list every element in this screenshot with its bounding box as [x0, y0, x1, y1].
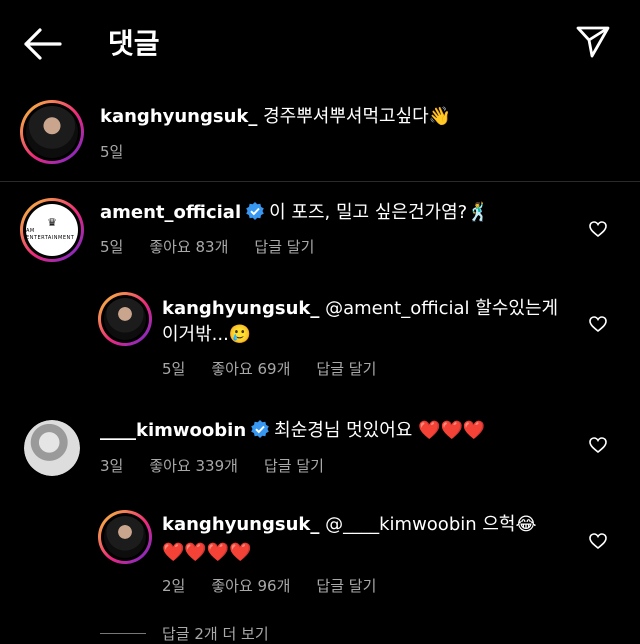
more-replies-line [100, 633, 146, 634]
crown-icon: ♛ [47, 216, 57, 229]
send-icon[interactable] [574, 22, 612, 60]
reply-meta: 5일 좋아요 69개 답글 달기 [162, 358, 402, 379]
caption-text: kanghyungsuk_ 경주뿌셔뿌셔먹고싶다👋 [100, 104, 451, 130]
back-arrow-icon[interactable] [22, 26, 62, 62]
verified-badge-icon [246, 202, 264, 220]
reply-text: kanghyungsuk_ @ament_official 할수있는게 [162, 296, 558, 322]
like-count[interactable]: 좋아요 83개 [149, 238, 228, 256]
like-count[interactable]: 좋아요 69개 [211, 360, 290, 378]
comment-meta: 3일 좋아요 339개 답글 달기 [100, 455, 350, 476]
reply-time: 2일 [162, 577, 186, 595]
comment-body: 최순경님 멋있어요 ❤️❤️❤️ [274, 420, 486, 441]
comment-body: 이 포즈, 밀고 싶은건가염?🕺 [269, 202, 490, 223]
reply-button[interactable]: 답글 달기 [316, 577, 376, 595]
mention-text: @____kimwoobin 으헉😂 [319, 514, 537, 535]
avatar-image [24, 420, 80, 476]
comment-text: ____kimwoobin 최순경님 멋있어요 ❤️❤️❤️ [100, 418, 485, 444]
username[interactable]: kanghyungsuk_ [100, 106, 257, 127]
divider [0, 181, 640, 182]
logo-text: AM ENTERTAINMENT [26, 228, 75, 241]
comment-meta: 5일 좋아요 83개 답글 달기 [100, 236, 340, 257]
verified-badge-icon [251, 420, 269, 438]
username[interactable]: ament_official [100, 202, 241, 223]
reply-text-line2: ❤️❤️❤️❤️ [162, 542, 252, 563]
reply-text: kanghyungsuk_ @____kimwoobin 으헉😂 [162, 512, 537, 538]
caption-body: 경주뿌셔뿌셔먹고싶다👋 [257, 106, 452, 127]
heart-icon[interactable] [589, 533, 607, 549]
comment-time: 3일 [100, 457, 124, 475]
avatar[interactable]: ♛ AM ENTERTAINMENT [20, 198, 84, 262]
comment-time: 5일 [100, 238, 124, 256]
reply-button[interactable]: 답글 달기 [264, 457, 324, 475]
heart-icon[interactable] [589, 437, 607, 453]
reply-button[interactable]: 답글 달기 [316, 360, 376, 378]
caption-time: 5일 [100, 143, 124, 161]
avatar[interactable] [98, 292, 152, 346]
like-count[interactable]: 좋아요 339개 [149, 457, 238, 475]
avatar[interactable] [98, 510, 152, 564]
reply-time: 5일 [162, 360, 186, 378]
avatar[interactable] [24, 420, 80, 476]
username[interactable]: kanghyungsuk_ [162, 298, 319, 319]
reply-meta: 2일 좋아요 96개 답글 달기 [162, 575, 402, 596]
username[interactable]: ____kimwoobin [100, 420, 246, 441]
heart-icon[interactable] [589, 316, 607, 332]
username[interactable]: kanghyungsuk_ [162, 514, 319, 535]
heart-icon[interactable] [589, 221, 607, 237]
avatar[interactable] [20, 100, 84, 164]
page-title: 댓글 [108, 27, 160, 60]
view-more-replies[interactable]: 답글 2개 더 보기 [162, 623, 269, 644]
mention-text: @ament_official 할수있는게 [319, 298, 559, 319]
like-count[interactable]: 좋아요 96개 [211, 577, 290, 595]
reply-text-line2: 이거밖...🥲 [162, 324, 252, 345]
comment-text: ament_official 이 포즈, 밀고 싶은건가염?🕺 [100, 200, 490, 226]
reply-button[interactable]: 답글 달기 [254, 238, 314, 256]
